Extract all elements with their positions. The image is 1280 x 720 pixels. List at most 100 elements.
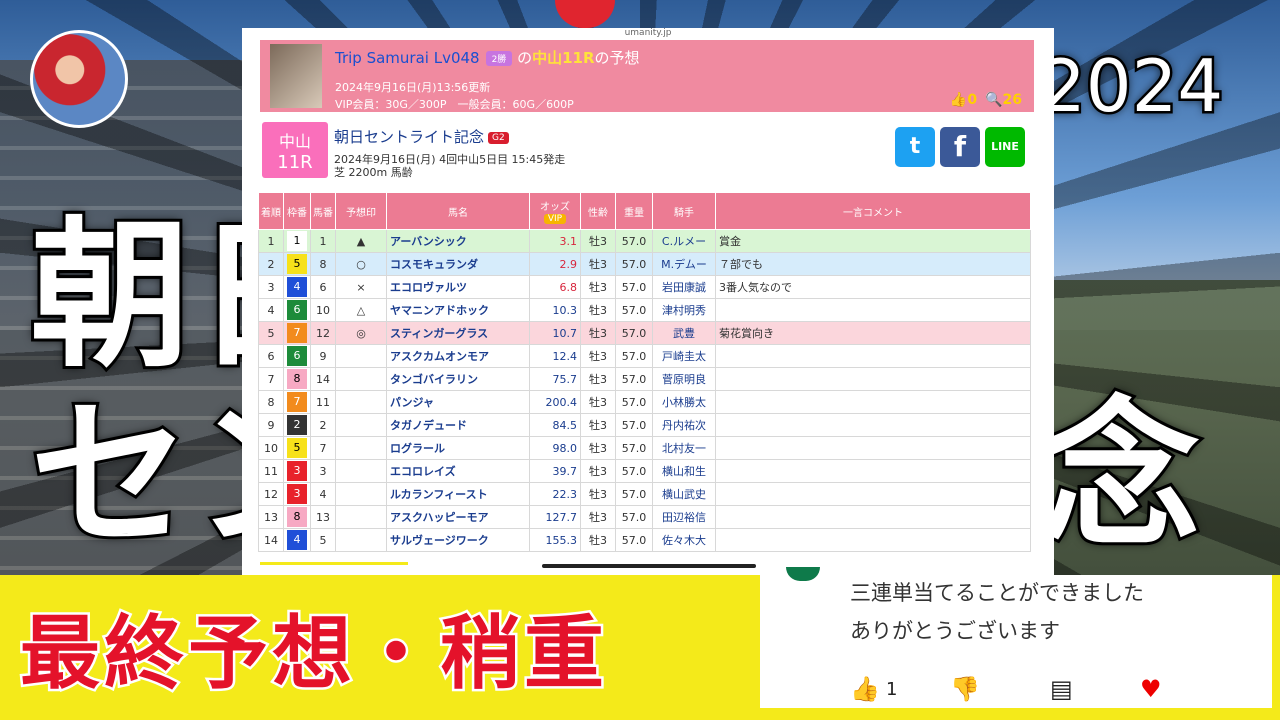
rank-cell: 8: [258, 390, 284, 414]
facebook-share-button[interactable]: f: [940, 127, 980, 167]
bottom-banner: 最終予想・稍重: [0, 575, 760, 720]
horse-name-link[interactable]: タンゴバイラリン: [386, 367, 530, 391]
table-row: 9 2 2 タガノデュード 84.5 牡3 57.0 丹内祐次: [258, 413, 1031, 437]
waku-cell: 3: [283, 459, 311, 483]
jockey-link[interactable]: 横山武史: [652, 482, 716, 506]
table-row: 7 8 14 タンゴバイラリン 75.7 牡3 57.0 菅原明良: [258, 367, 1031, 391]
jockey-link[interactable]: 菅原明良: [652, 367, 716, 391]
ban-cell: 11: [310, 390, 336, 414]
horse-name-link[interactable]: ルカランフィースト: [386, 482, 530, 506]
weight-cell: 57.0: [615, 275, 653, 299]
line-share-button[interactable]: LINE: [985, 127, 1025, 167]
odds-cell: 10.3: [529, 298, 581, 322]
rank-cell: 11: [258, 459, 284, 483]
waku-cell: 8: [283, 367, 311, 391]
horse-name-link[interactable]: サルヴェージワーク: [386, 528, 530, 552]
sex-age-cell: 牡3: [580, 413, 616, 437]
mark-cell: [335, 505, 387, 529]
rank-cell: 3: [258, 275, 284, 299]
race-title-text[interactable]: 朝日セントライト記念: [334, 128, 484, 146]
waku-badge: 6: [287, 300, 307, 320]
waku-badge: 3: [287, 484, 307, 504]
scrollbar[interactable]: [542, 564, 756, 568]
jockey-link[interactable]: 横山和生: [652, 459, 716, 483]
rank-cell: 9: [258, 413, 284, 437]
mark-cell: [335, 482, 387, 506]
race-title[interactable]: 朝日セントライト記念 G2: [334, 126, 509, 147]
horse-name-link[interactable]: アーバンシック: [386, 229, 530, 253]
grade-badge: G2: [488, 131, 509, 144]
horse-name-link[interactable]: アスクカムオンモア: [386, 344, 530, 368]
horse-name-link[interactable]: パンジャ: [386, 390, 530, 414]
weight-cell: 57.0: [615, 482, 653, 506]
comment-cell: 菊花賞向き: [715, 321, 1031, 345]
commenter-avatar[interactable]: [786, 567, 820, 581]
comment-icon[interactable]: ▤: [1050, 675, 1073, 703]
waku-badge: 7: [287, 323, 307, 343]
jockey-link[interactable]: 佐々木大: [652, 528, 716, 552]
predictor-thumbnail: [270, 44, 322, 108]
jockey-link[interactable]: 武豊: [652, 321, 716, 345]
url-bar: umanity.jp: [624, 28, 672, 38]
col-ban: 馬番: [310, 192, 336, 230]
race-ref[interactable]: 中山11R: [532, 49, 594, 67]
jockey-link[interactable]: 小林勝太: [652, 390, 716, 414]
col-weight: 重量: [615, 192, 653, 230]
horse-name-link[interactable]: エコロヴァルツ: [386, 275, 530, 299]
mark-cell: △: [335, 298, 387, 322]
jockey-link[interactable]: 岩田康誠: [652, 275, 716, 299]
jockey-link[interactable]: M.デムー: [652, 252, 716, 276]
horse-name-link[interactable]: タガノデュード: [386, 413, 530, 437]
thumbs-count[interactable]: 👍0: [950, 92, 977, 108]
jockey-link[interactable]: 田辺裕信: [652, 505, 716, 529]
comment-cell: [715, 505, 1031, 529]
horse-name-link[interactable]: アスクハッピーモア: [386, 505, 530, 529]
sex-age-cell: 牡3: [580, 298, 616, 322]
weight-cell: 57.0: [615, 459, 653, 483]
weight-cell: 57.0: [615, 505, 653, 529]
jockey-link[interactable]: 北村友一: [652, 436, 716, 460]
odds-cell: 3.1: [529, 229, 581, 253]
jockey-link[interactable]: 丹内祐次: [652, 413, 716, 437]
horse-name-link[interactable]: エコロレイズ: [386, 459, 530, 483]
waku-cell: 7: [283, 390, 311, 414]
horse-name-link[interactable]: ヤマニンアドホック: [386, 298, 530, 322]
twitter-share-button[interactable]: t: [895, 127, 935, 167]
waku-badge: 4: [287, 530, 307, 550]
sex-age-cell: 牡3: [580, 459, 616, 483]
waku-badge: 5: [287, 254, 307, 274]
table-row: 10 5 7 ログラール 98.0 牡3 57.0 北村友一: [258, 436, 1031, 460]
horse-name-link[interactable]: スティンガーグラス: [386, 321, 530, 345]
views-count: 🔍26: [985, 92, 1022, 108]
weight-cell: 57.0: [615, 390, 653, 414]
predictor-name[interactable]: Trip Samurai Lv048: [335, 49, 480, 67]
table-row: 1 1 1 ▲ アーバンシック 3.1 牡3 57.0 C.ルメー 賞金: [258, 229, 1031, 253]
horse-name-link[interactable]: コスモキュランダ: [386, 252, 530, 276]
odds-cell: 22.3: [529, 482, 581, 506]
jockey-link[interactable]: C.ルメー: [652, 229, 716, 253]
mark-cell: [335, 413, 387, 437]
ban-cell: 6: [310, 275, 336, 299]
race-number-box: 中山 11R: [262, 122, 328, 178]
jockey-link[interactable]: 津村明秀: [652, 298, 716, 322]
race-course: 芝 2200m 馬齢: [334, 166, 413, 179]
horse-name-link[interactable]: ログラール: [386, 436, 530, 460]
mark-cell: [335, 390, 387, 414]
banner-text: 最終予想・稍重: [18, 605, 608, 703]
like-count: 1: [886, 679, 898, 700]
predictor-of: の: [517, 49, 533, 67]
sex-age-cell: 牡3: [580, 344, 616, 368]
ban-cell: 10: [310, 298, 336, 322]
tab-indicator: [260, 562, 408, 565]
updated-time: 2024年9月16日(月)13:56更新: [335, 81, 491, 94]
heart-icon[interactable]: ♥: [1140, 675, 1162, 703]
predictor-line[interactable]: Trip Samurai Lv048 2勝 の中山11Rの予想: [335, 47, 640, 68]
thumbs-up-icon[interactable]: 👍: [850, 675, 880, 703]
odds-cell: 98.0: [529, 436, 581, 460]
table-row: 11 3 3 エコロレイズ 39.7 牡3 57.0 横山和生: [258, 459, 1031, 483]
rank-cell: 7: [258, 367, 284, 391]
jockey-link[interactable]: 戸崎圭太: [652, 344, 716, 368]
prediction-screenshot: umanity.jp Trip Samurai Lv048 2勝 の中山11Rの予…: [242, 28, 1054, 575]
waku-badge: 8: [287, 369, 307, 389]
thumbs-down-icon[interactable]: 👎: [950, 675, 980, 703]
